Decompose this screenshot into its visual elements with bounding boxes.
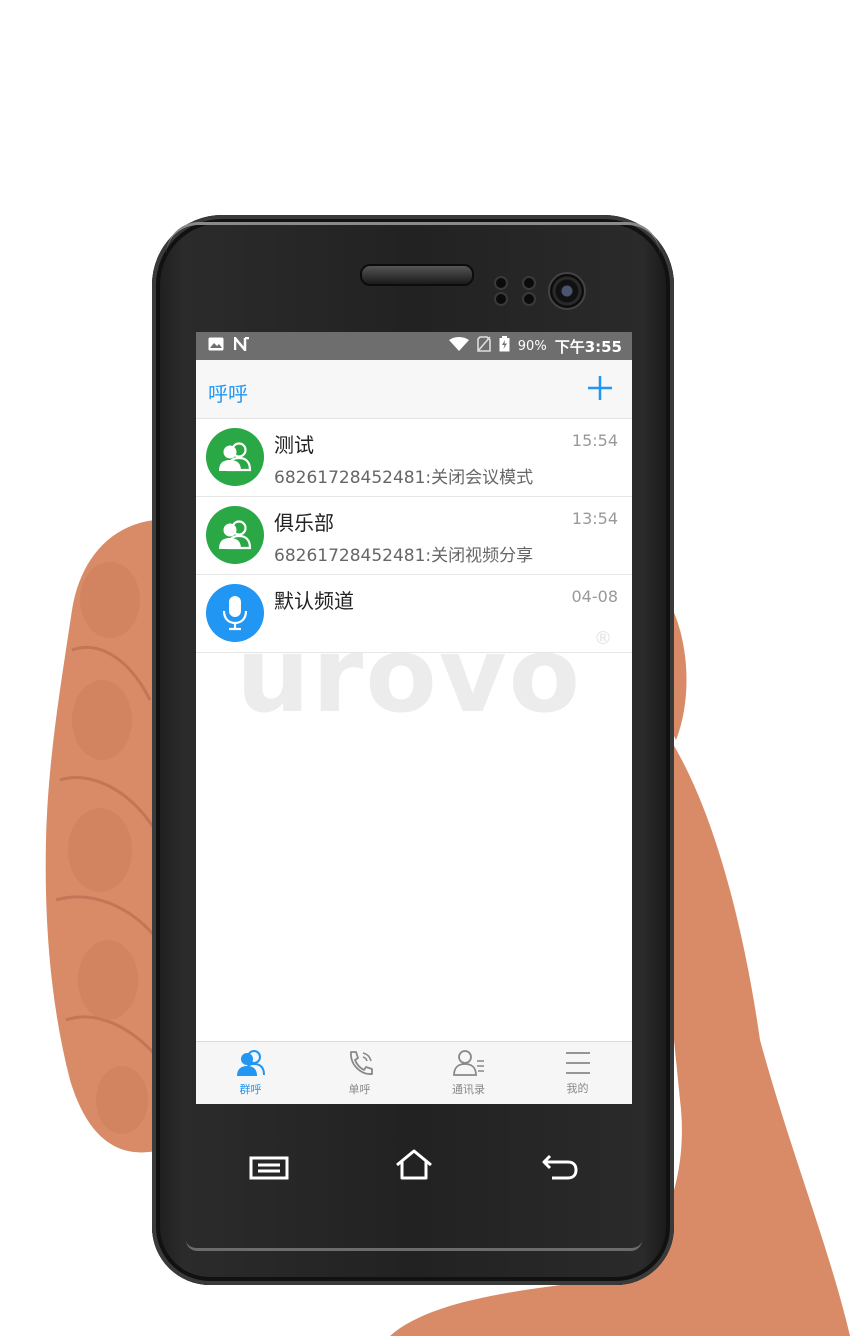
menu-key-icon — [249, 1156, 289, 1180]
sensor-dot — [522, 292, 536, 306]
wifi-icon — [448, 337, 469, 355]
message-time: 15:54 — [571, 431, 618, 450]
battery-icon — [499, 336, 510, 356]
sensor-dot — [522, 276, 536, 290]
tab-label: 群呼 — [239, 1083, 262, 1096]
status-bar: 90% 下午3:55 — [196, 332, 632, 360]
phone-top-rim — [166, 222, 660, 255]
group-name: 测试 — [274, 433, 314, 457]
tab-label: 我的 — [566, 1082, 589, 1095]
menu-icon — [565, 1052, 590, 1074]
group-avatar — [206, 506, 264, 564]
back-key[interactable] — [538, 1150, 582, 1184]
tab-contacts[interactable]: 通讯录 — [414, 1042, 523, 1104]
menu-key[interactable] — [248, 1150, 292, 1184]
message-time: 04-08 — [571, 587, 619, 606]
clock: 下午3:55 — [554, 337, 622, 356]
last-message: 68261728452481:关闭会议模式 — [274, 468, 534, 488]
tab-group-call[interactable]: 群呼 — [196, 1042, 305, 1104]
phone-call-icon — [349, 1051, 373, 1075]
group-icon — [219, 520, 252, 550]
group-avatar — [206, 428, 264, 486]
app-title: 呼呼 — [208, 382, 248, 406]
back-icon — [542, 1154, 578, 1180]
last-message: 68261728452481:关闭视频分享 — [274, 546, 534, 566]
group-call-icon — [236, 1050, 265, 1076]
group-icon — [219, 442, 252, 472]
group-name: 俱乐部 — [274, 511, 334, 535]
home-icon — [396, 1149, 432, 1180]
front-camera — [548, 272, 586, 310]
tab-mine[interactable]: 我的 — [523, 1042, 632, 1104]
add-group-button[interactable] — [586, 374, 614, 402]
battery-percent: 90% — [517, 338, 547, 354]
group-row-test[interactable]: 测试 68261728452481:关闭会议模式 15:54 — [196, 419, 632, 497]
contacts-icon — [452, 1050, 484, 1076]
app-bar: 呼呼 — [196, 360, 632, 419]
group-row-default-channel[interactable]: 默认频道 04-08 — [196, 575, 632, 653]
channel-avatar — [206, 584, 264, 642]
image-notification-icon — [208, 337, 224, 355]
no-sim-icon — [476, 336, 491, 356]
phone-bottom-rim — [186, 1240, 642, 1251]
tab-single-call[interactable]: 单呼 — [305, 1042, 414, 1104]
message-time: 13:54 — [571, 509, 618, 528]
phone-screen: 90% 下午3:55 呼呼 urovo ® 测试 68261728452481:… — [196, 332, 632, 1104]
light-sensor — [494, 292, 508, 306]
nfc-icon — [233, 334, 250, 355]
home-key[interactable] — [392, 1148, 436, 1182]
group-list: 测试 68261728452481:关闭会议模式 15:54 俱乐部 68261… — [196, 419, 632, 653]
plus-icon — [588, 376, 612, 400]
bottom-tab-bar: 群呼 单呼 通讯录 我的 — [196, 1041, 632, 1104]
microphone-icon — [222, 596, 248, 631]
earpiece-speaker — [360, 264, 474, 286]
tab-label: 通讯录 — [452, 1083, 485, 1096]
group-name: 默认频道 — [274, 589, 354, 613]
group-row-club[interactable]: 俱乐部 68261728452481:关闭视频分享 13:54 — [196, 497, 632, 575]
tab-label: 单呼 — [348, 1083, 371, 1096]
proximity-sensor — [494, 276, 508, 290]
